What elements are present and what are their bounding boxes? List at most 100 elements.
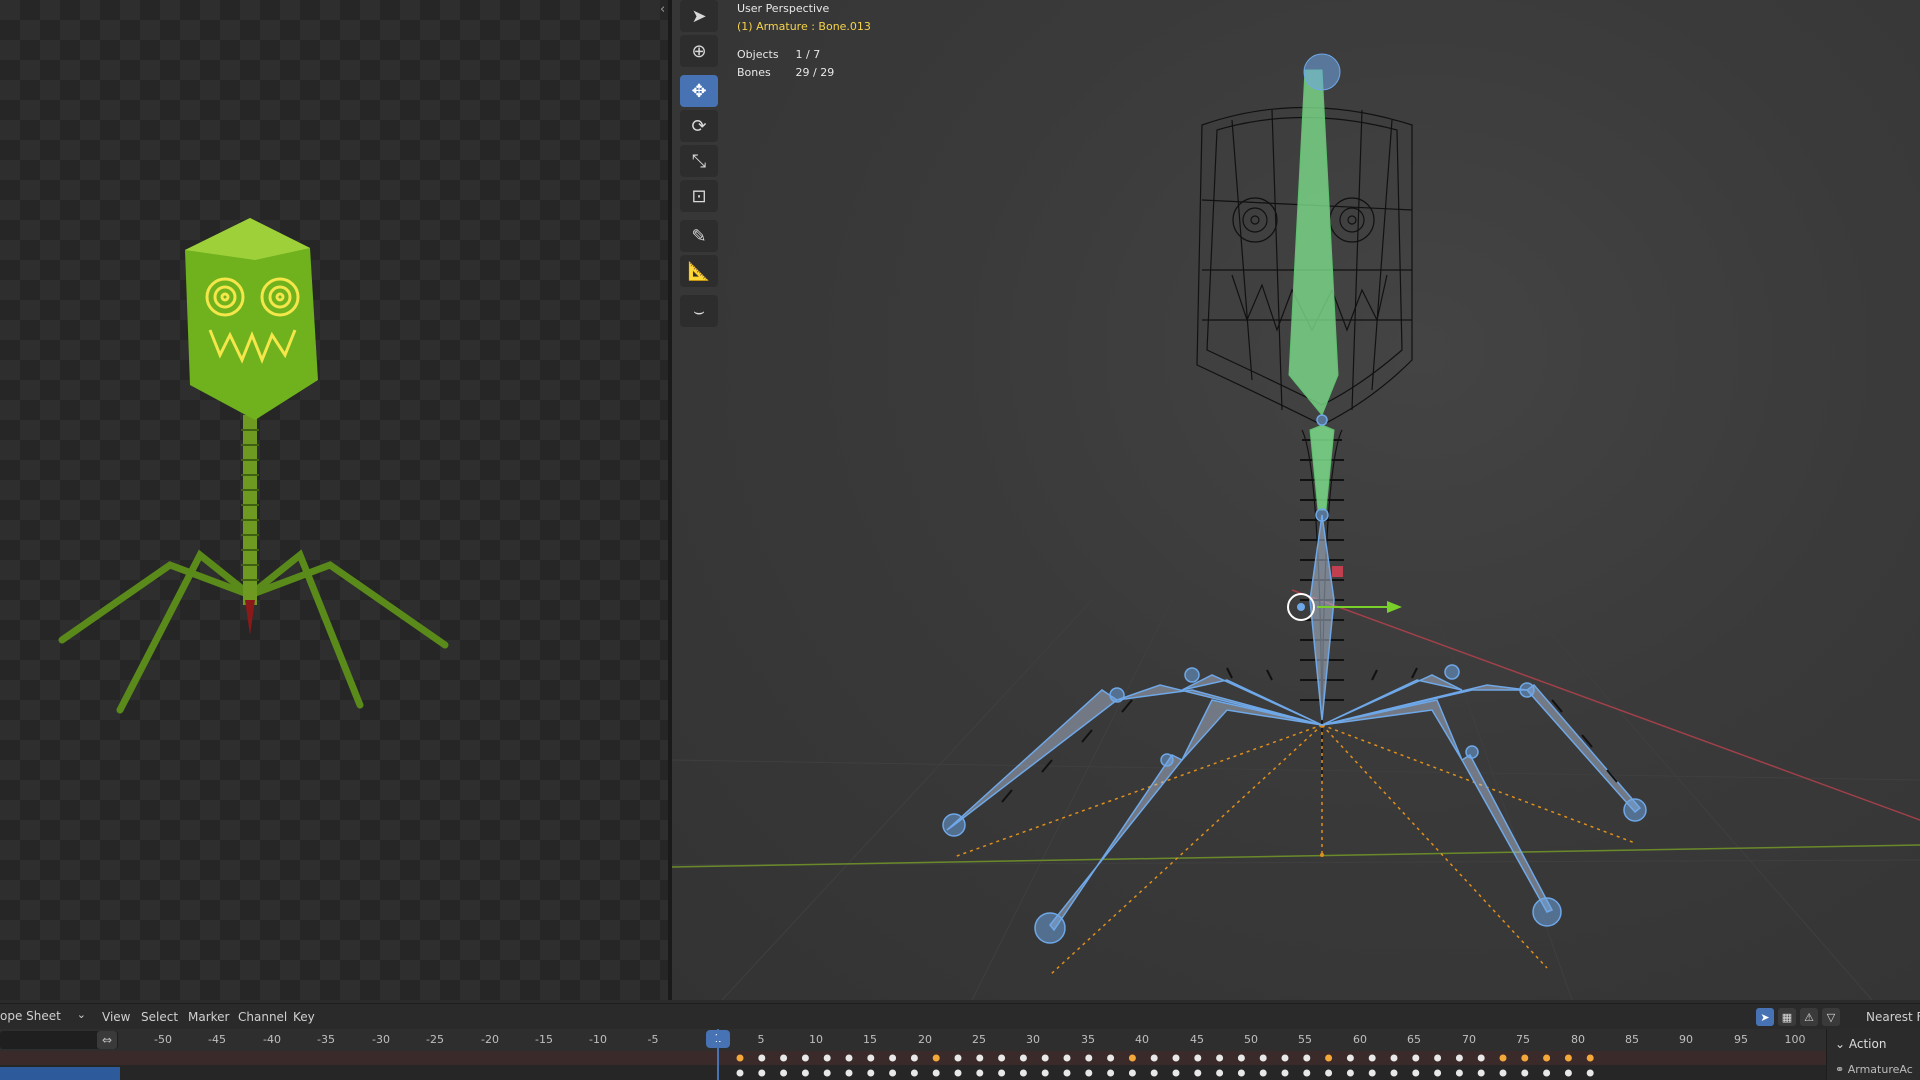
keyframe-point[interactable]: [1172, 1069, 1180, 1077]
keyframe-point[interactable]: [1281, 1054, 1289, 1062]
keyframe-point[interactable]: [1564, 1054, 1572, 1062]
keyframe-point[interactable]: [910, 1054, 918, 1062]
3d-viewport[interactable]: [672, 0, 1920, 1000]
keyframe-point[interactable]: [1412, 1069, 1420, 1077]
keyframe-point[interactable]: [801, 1069, 809, 1077]
keyframe-point[interactable]: [1194, 1054, 1202, 1062]
keyframe-point[interactable]: [780, 1054, 788, 1062]
keyframe-point[interactable]: [736, 1069, 744, 1077]
keyframe-point[interactable]: [1303, 1054, 1311, 1062]
keyframe-point[interactable]: [954, 1054, 962, 1062]
keyframe-point[interactable]: [1586, 1054, 1594, 1062]
filter-icon[interactable]: ▽: [1822, 1008, 1840, 1026]
keyframe-point[interactable]: [845, 1069, 853, 1077]
keyframe-point[interactable]: [1412, 1054, 1420, 1062]
menu-marker[interactable]: Marker: [188, 1010, 229, 1024]
keyframe-point[interactable]: [1019, 1054, 1027, 1062]
errors-warning-icon[interactable]: ⚠: [1800, 1008, 1818, 1026]
snap-mode-dropdown[interactable]: Nearest Fr: [1866, 1010, 1920, 1024]
keyframe-point[interactable]: [1237, 1069, 1245, 1077]
keyframe-point[interactable]: [1063, 1054, 1071, 1062]
keyframe-point[interactable]: [1041, 1054, 1049, 1062]
keyframe-point[interactable]: [1434, 1069, 1442, 1077]
keyframe-point[interactable]: [758, 1054, 766, 1062]
keyframe-point[interactable]: [889, 1069, 897, 1077]
swap-arrows-icon[interactable]: ⇔: [97, 1031, 117, 1049]
keyframe-point[interactable]: [1237, 1054, 1245, 1062]
keyframe-point[interactable]: [1368, 1069, 1376, 1077]
menu-channel[interactable]: Channel: [238, 1010, 287, 1024]
keyframe-point[interactable]: [1564, 1069, 1572, 1077]
keyframe-point[interactable]: [1586, 1069, 1594, 1077]
keyframe-point[interactable]: [1150, 1069, 1158, 1077]
keyframe-point[interactable]: [1346, 1054, 1354, 1062]
select-box-tool[interactable]: ➤: [680, 0, 718, 32]
keyframe-point[interactable]: [1085, 1069, 1093, 1077]
keyframe-point[interactable]: [1521, 1069, 1529, 1077]
menu-key[interactable]: Key: [293, 1010, 315, 1024]
menu-select[interactable]: Select: [141, 1010, 178, 1024]
frame-ruler[interactable]: ⇔ -50 -45 -40 -35 -30 -25 -20 -15 -10 -5…: [0, 1029, 1826, 1051]
keyframe-point[interactable]: [1455, 1069, 1463, 1077]
keyframe-point[interactable]: [1107, 1069, 1115, 1077]
keyframe-point[interactable]: [1390, 1054, 1398, 1062]
annotate-tool[interactable]: ✎: [680, 220, 718, 252]
keyframe-point[interactable]: [1325, 1069, 1333, 1077]
keyframe-point[interactable]: [1499, 1054, 1507, 1062]
keyframe-point[interactable]: [998, 1069, 1006, 1077]
keyframe-point[interactable]: [1259, 1054, 1267, 1062]
keyframe-point[interactable]: [1477, 1069, 1485, 1077]
keyframe-point[interactable]: [1107, 1054, 1115, 1062]
keyframe-point[interactable]: [1194, 1069, 1202, 1077]
keyframe-point[interactable]: [823, 1054, 831, 1062]
keyframe-point[interactable]: [1172, 1054, 1180, 1062]
keyframe-point[interactable]: [1063, 1069, 1071, 1077]
dopesheet-channels[interactable]: [0, 1051, 1826, 1080]
keyframe-track[interactable]: [0, 1051, 1826, 1080]
playhead-line[interactable]: [717, 1029, 719, 1080]
action-name-field[interactable]: ⚭ ArmatureAc: [1835, 1063, 1913, 1076]
keyframe-point[interactable]: [867, 1054, 875, 1062]
move-tool[interactable]: ✥: [680, 75, 718, 107]
menu-view[interactable]: View: [102, 1010, 130, 1024]
keyframe-point[interactable]: [1019, 1069, 1027, 1077]
action-panel-header[interactable]: ⌄ Action: [1835, 1037, 1886, 1051]
keyframe-point[interactable]: [1346, 1069, 1354, 1077]
keyframe-point[interactable]: [1477, 1054, 1485, 1062]
keyframe-point[interactable]: [867, 1069, 875, 1077]
transform-tool[interactable]: ⊡: [680, 180, 718, 212]
keyframe-point[interactable]: [1150, 1054, 1158, 1062]
keyframe-point[interactable]: [976, 1069, 984, 1077]
keyframe-point[interactable]: [976, 1054, 984, 1062]
keyframe-point[interactable]: [1041, 1069, 1049, 1077]
keyframe-point[interactable]: [1281, 1069, 1289, 1077]
keyframe-point[interactable]: [780, 1069, 788, 1077]
keyframe-point[interactable]: [1499, 1069, 1507, 1077]
keyframe-point[interactable]: [889, 1054, 897, 1062]
keyframe-point[interactable]: [1434, 1054, 1442, 1062]
curve-tool[interactable]: ⌣: [680, 295, 718, 327]
keyframe-point[interactable]: [1368, 1054, 1376, 1062]
keyframe-point[interactable]: [1543, 1069, 1551, 1077]
keyframe-point[interactable]: [1128, 1069, 1136, 1077]
editor-mode-dropdown[interactable]: ope Sheet ⌄: [0, 1008, 88, 1026]
keyframe-point[interactable]: [1455, 1054, 1463, 1062]
keyframe-point[interactable]: [1521, 1054, 1529, 1062]
only-selected-icon[interactable]: ➤: [1756, 1008, 1774, 1026]
keyframe-point[interactable]: [1543, 1054, 1551, 1062]
chevron-left-icon[interactable]: ‹: [660, 2, 665, 17]
keyframe-point[interactable]: [1259, 1069, 1267, 1077]
rotate-tool[interactable]: ⟳: [680, 110, 718, 142]
show-hidden-icon[interactable]: ▦: [1778, 1008, 1796, 1026]
keyframe-point[interactable]: [801, 1054, 809, 1062]
keyframe-point[interactable]: [998, 1054, 1006, 1062]
keyframe-point[interactable]: [1325, 1054, 1333, 1062]
keyframe-point[interactable]: [823, 1069, 831, 1077]
keyframe-point[interactable]: [736, 1054, 744, 1062]
keyframe-point[interactable]: [1216, 1054, 1224, 1062]
keyframe-point[interactable]: [954, 1069, 962, 1077]
scale-tool[interactable]: ⤡: [680, 145, 718, 177]
keyframe-point[interactable]: [1216, 1069, 1224, 1077]
keyframe-point[interactable]: [1085, 1054, 1093, 1062]
keyframe-point[interactable]: [758, 1069, 766, 1077]
